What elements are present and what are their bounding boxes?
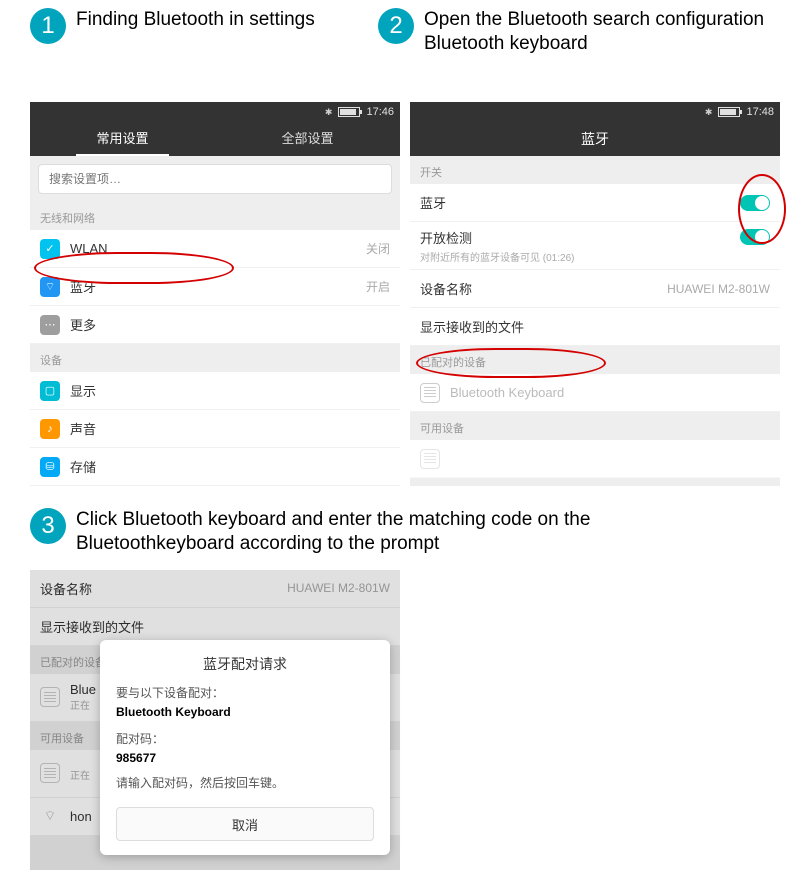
discoverable-label: 开放检测 [420, 228, 472, 247]
pair-code-label: 配对码： [116, 730, 374, 749]
display-icon: ▢ [40, 381, 60, 401]
bluetooth-label: 蓝牙 [70, 277, 366, 296]
row-storage[interactable]: ⛁ 存储 [30, 448, 400, 486]
wlan-value: 关闭 [366, 240, 390, 257]
panel-bluetooth: 17:48 蓝牙 开关 蓝牙 开放检测 对附近所有的蓝牙设备可见 (01:26) [410, 102, 780, 486]
bluetooth-status-icon [705, 106, 713, 118]
step-3-text: Click Bluetooth keyboard and enter the m… [76, 508, 636, 556]
modal-device-name: Bluetooth Keyboard [116, 705, 231, 719]
pairing-modal: 蓝牙配对请求 要与以下设备配对： Bluetooth Keyboard 配对码：… [100, 640, 390, 856]
row-more[interactable]: ⋯ 更多 [30, 306, 400, 344]
bluetooth-status-icon [325, 106, 333, 118]
panel-pairing: 设备名称 HUAWEI M2-801W 显示接收到的文件 已配对的设备 Blue… [30, 570, 400, 870]
section-device: 设备 [30, 344, 400, 372]
section-available: 可用设备 [410, 412, 780, 440]
step-2-text: Open the Bluetooth search configuration … [424, 8, 800, 56]
bt-toggle-label: 蓝牙 [420, 193, 740, 212]
sound-icon: ♪ [40, 419, 60, 439]
wifi-icon: ✓ [40, 239, 60, 259]
row-received-files[interactable]: 显示接收到的文件 [410, 308, 780, 346]
display-label: 显示 [70, 381, 390, 400]
bluetooth-title: 蓝牙 [410, 122, 780, 156]
step-badge-3: 3 [30, 508, 66, 544]
received-files-label: 显示接收到的文件 [420, 317, 770, 336]
step-1-text: Finding Bluetooth in settings [76, 8, 315, 32]
section-wireless: 无线和网络 [30, 202, 400, 230]
device-name-label: 设备名称 [420, 279, 667, 298]
row-device-name[interactable]: 设备名称 HUAWEI M2-801W [410, 270, 780, 308]
settings-search-input[interactable] [38, 164, 392, 194]
row-bluetooth[interactable]: ⌔ 蓝牙 开启 [30, 268, 400, 306]
settings-tabs: 常用设置 全部设置 [30, 122, 400, 156]
more-icon: ⋯ [40, 315, 60, 335]
device-name-value: HUAWEI M2-801W [667, 282, 770, 296]
battery-icon [718, 107, 740, 117]
keyboard-icon [420, 383, 440, 403]
pair-instruction: 请输入配对码，然后按回车键。 [116, 774, 374, 793]
bluetooth-icon: ⌔ [40, 277, 60, 297]
panel-settings: 17:46 常用设置 全部设置 无线和网络 ✓ WLAN 关闭 ⌔ 蓝牙 开启 [30, 102, 400, 486]
row-display[interactable]: ▢ 显示 [30, 372, 400, 410]
paired-device-name: Bluetooth Keyboard [450, 385, 770, 400]
step-badge-1: 1 [30, 8, 66, 44]
bluetooth-value: 开启 [366, 278, 390, 295]
statusbar: 17:46 [30, 102, 400, 122]
tab-common-settings[interactable]: 常用设置 [30, 122, 215, 156]
section-switch: 开关 [410, 156, 780, 184]
row-wlan[interactable]: ✓ WLAN 关闭 [30, 230, 400, 268]
storage-label: 存储 [70, 457, 390, 476]
tab-all-settings[interactable]: 全部设置 [215, 122, 400, 156]
storage-icon: ⛁ [40, 457, 60, 477]
status-time: 17:48 [746, 106, 774, 118]
pair-code: 985677 [116, 751, 156, 765]
statusbar: 17:48 [410, 102, 780, 122]
section-paired: 已配对的设备 [410, 346, 780, 374]
bt-toggle[interactable] [740, 195, 770, 211]
sound-label: 声音 [70, 419, 390, 438]
discoverable-subtext: 对附近所有的蓝牙设备可见 (01:26) [420, 249, 770, 264]
available-device-placeholder [450, 451, 770, 466]
row-discoverable[interactable]: 开放检测 对附近所有的蓝牙设备可见 (01:26) [410, 222, 780, 270]
status-time: 17:46 [366, 106, 394, 118]
keyboard-icon [420, 449, 440, 469]
row-bt-toggle[interactable]: 蓝牙 [410, 184, 780, 222]
battery-icon [338, 107, 360, 117]
step-3-header: 3 Click Bluetooth keyboard and enter the… [0, 500, 800, 560]
row-available-device[interactable] [410, 440, 780, 478]
discoverable-toggle[interactable] [740, 229, 770, 245]
row-paired-device[interactable]: Bluetooth Keyboard [410, 374, 780, 412]
modal-title: 蓝牙配对请求 [116, 654, 374, 674]
pair-with-label: 要与以下设备配对： [116, 684, 374, 703]
step-badge-2: 2 [378, 8, 414, 44]
wlan-label: WLAN [70, 241, 366, 256]
more-label: 更多 [70, 315, 390, 334]
cancel-button[interactable]: 取消 [116, 807, 374, 841]
row-sound[interactable]: ♪ 声音 [30, 410, 400, 448]
step-2-header: 2 Open the Bluetooth search configuratio… [370, 0, 800, 60]
